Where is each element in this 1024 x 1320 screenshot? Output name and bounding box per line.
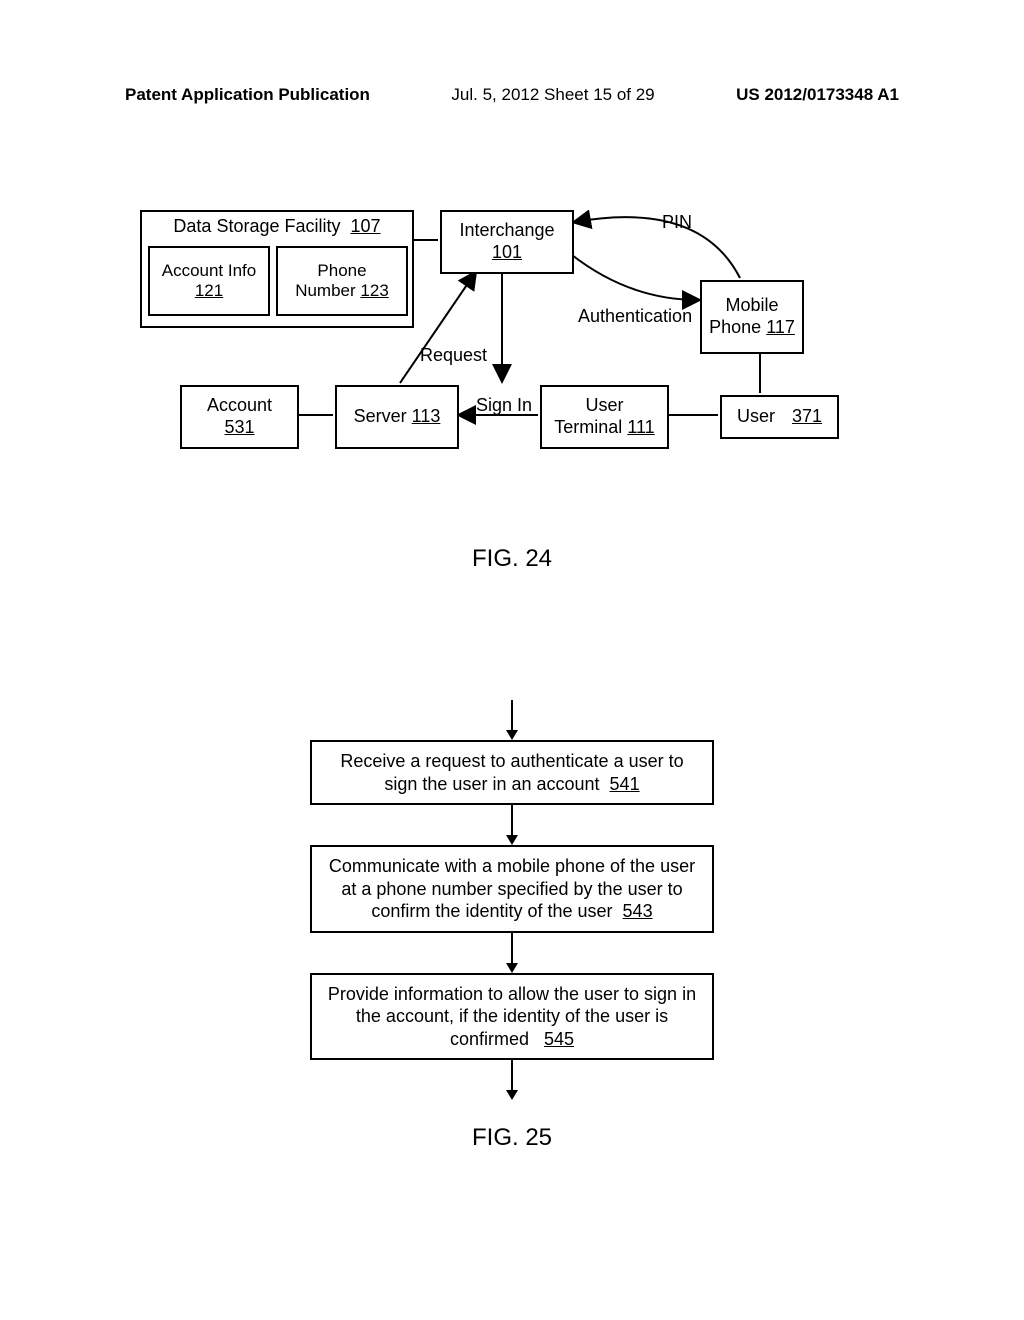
server-label: Server: [354, 406, 407, 426]
flow-step-3: Provide information to allow the user to…: [310, 973, 714, 1061]
user-ref: 371: [792, 406, 822, 428]
box-interchange: Interchange 101: [440, 210, 574, 274]
page-header: Patent Application Publication Jul. 5, 2…: [0, 85, 1024, 105]
phonenum-l2: Number: [295, 281, 355, 300]
arrow-1-2: [0, 805, 1024, 845]
userterm-ref: 111: [627, 417, 654, 437]
account-label: Account: [207, 395, 272, 417]
flow-step-1: Receive a request to authenticate a user…: [310, 740, 714, 805]
arrow-in: [0, 700, 1024, 740]
arrow-2-3: [0, 933, 1024, 973]
label-signin: Sign In: [476, 395, 532, 416]
userterm-l1: User: [585, 395, 623, 417]
interchange-ref: 101: [492, 242, 522, 264]
phonenum-l1: Phone: [317, 261, 366, 281]
flow-step-2: Communicate with a mobile phone of the u…: [310, 845, 714, 933]
label-authentication: Authentication: [578, 306, 692, 327]
account-ref: 531: [224, 417, 254, 439]
user-label: User: [737, 406, 775, 428]
header-right: US 2012/0173348 A1: [736, 85, 899, 105]
figure-24-caption: FIG. 24: [0, 545, 1024, 573]
mobile-l1: Mobile: [725, 295, 778, 317]
figure-25: Receive a request to authenticate a user…: [0, 700, 1024, 1152]
step3-ref: 545: [544, 1029, 574, 1049]
box-server: Server 113: [335, 385, 459, 449]
mobile-l2: Phone: [709, 317, 761, 337]
label-request: Request: [420, 345, 487, 366]
figure-24: Data Storage Facility 107 Account Info 1…: [140, 210, 884, 550]
box-account-info: Account Info 121: [148, 246, 270, 316]
box-phone-number: Phone Number 123: [276, 246, 408, 316]
box-user-terminal: User Terminal 111: [540, 385, 669, 449]
header-center: Jul. 5, 2012 Sheet 15 of 29: [451, 85, 654, 105]
box-user: User 371: [720, 395, 839, 439]
phonenum-ref: 123: [360, 281, 388, 300]
dsf-ref: 107: [351, 216, 381, 236]
mobile-ref: 117: [766, 317, 795, 337]
arrow-out: [0, 1060, 1024, 1100]
box-data-storage-facility: Data Storage Facility 107 Account Info 1…: [140, 210, 414, 328]
box-account: Account 531: [180, 385, 299, 449]
dsf-label: Data Storage Facility: [173, 216, 340, 236]
acctinfo-ref: 121: [195, 281, 223, 301]
acctinfo-label: Account Info: [162, 261, 257, 281]
server-ref: 113: [412, 406, 441, 426]
header-left: Patent Application Publication: [125, 85, 370, 105]
figure-25-caption: FIG. 25: [0, 1124, 1024, 1152]
box-mobile-phone: Mobile Phone 117: [700, 280, 804, 354]
step2-ref: 543: [623, 901, 653, 921]
userterm-l2: Terminal: [554, 417, 622, 437]
step3-text: Provide information to allow the user to…: [328, 984, 696, 1049]
step1-ref: 541: [610, 774, 640, 794]
interchange-label: Interchange: [459, 220, 554, 242]
label-pin: PIN: [662, 212, 692, 233]
